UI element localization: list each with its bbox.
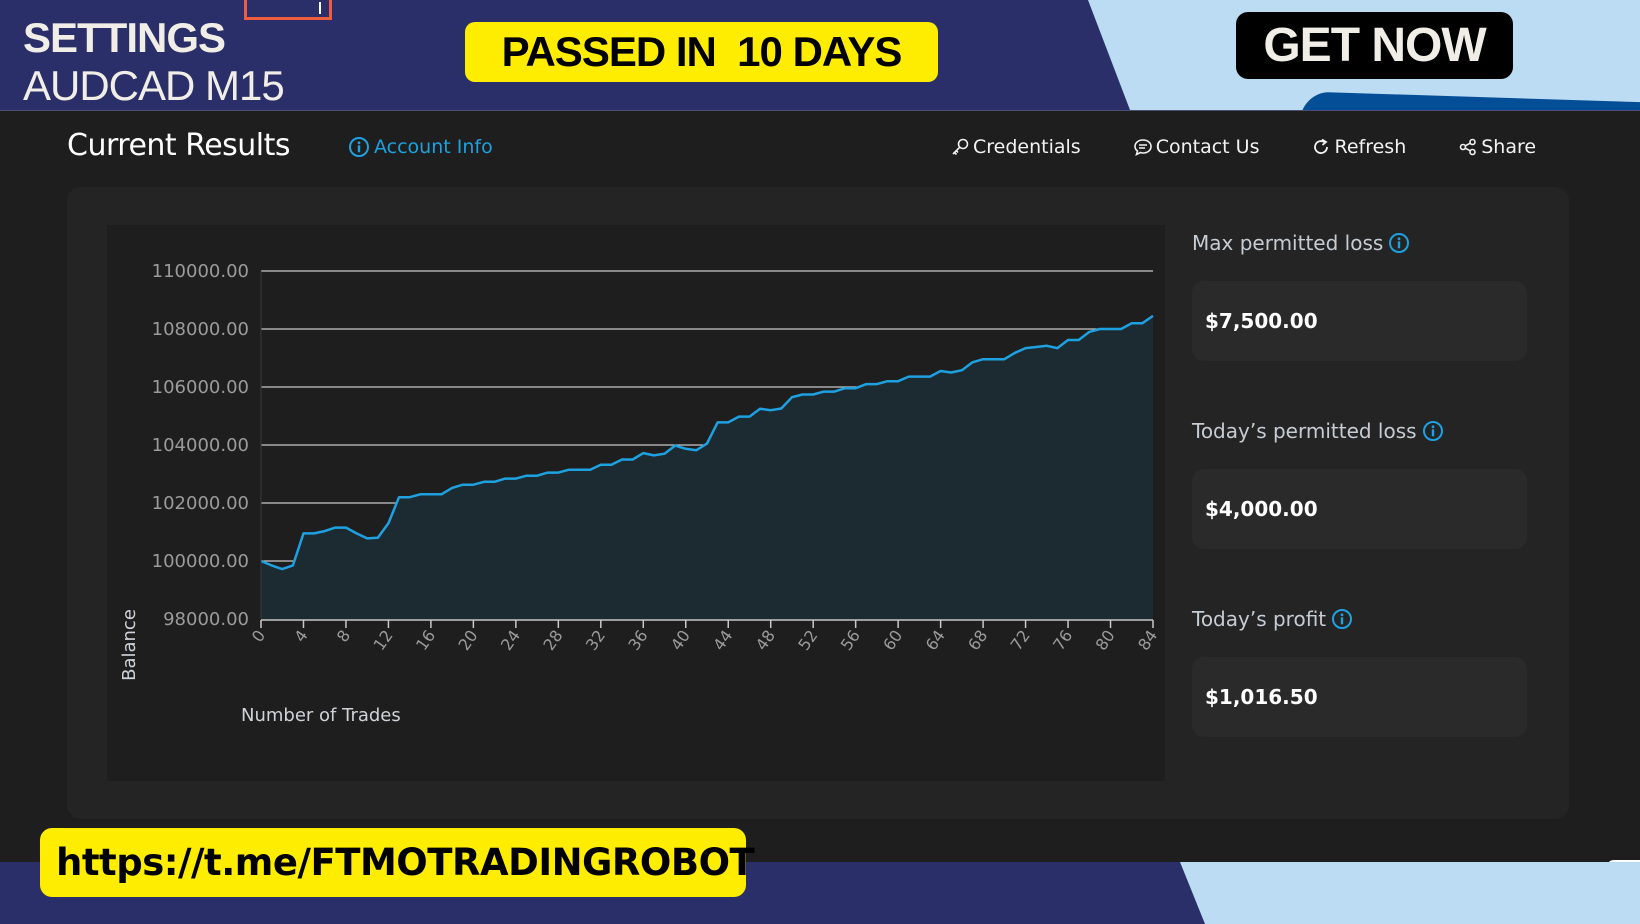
- banner-light-shape: [1180, 862, 1640, 924]
- x-tick-label: 8: [333, 626, 354, 645]
- contact-us-button[interactable]: Contact Us: [1133, 136, 1260, 158]
- credentials-label: Credentials: [973, 136, 1081, 158]
- stat-max-permitted-loss: Max permitted loss $7,500.00: [1192, 225, 1527, 361]
- credentials-button[interactable]: Credentials: [950, 136, 1081, 158]
- x-tick-label: 28: [539, 626, 566, 654]
- x-tick-label: 84: [1134, 626, 1161, 654]
- text-input-box[interactable]: [244, 0, 332, 20]
- x-tick-label: 52: [794, 626, 821, 654]
- telegram-link[interactable]: https://t.me/FTMOTRADINGROBOT: [40, 828, 755, 897]
- chat-icon: [1133, 139, 1152, 157]
- stat-value: $7,500.00: [1192, 281, 1527, 361]
- refresh-button[interactable]: Refresh: [1311, 136, 1406, 158]
- x-tick-label: 4: [290, 626, 311, 645]
- info-icon[interactable]: [1388, 232, 1410, 254]
- x-tick-label: 16: [412, 626, 439, 654]
- y-tick-label: 106000.00: [152, 377, 249, 398]
- account-info-link[interactable]: Account Info: [348, 136, 493, 158]
- stat-todays-profit: Today’s profit $1,016.50: [1192, 601, 1527, 737]
- stat-value: $1,016.50: [1192, 657, 1527, 737]
- info-icon[interactable]: [1422, 420, 1444, 442]
- x-tick-label: 12: [369, 626, 396, 654]
- get-now-button[interactable]: GET NOW: [1236, 12, 1513, 79]
- x-tick-label: 48: [752, 626, 779, 654]
- x-tick-label: 24: [497, 626, 524, 654]
- y-tick-label: 104000.00: [152, 435, 249, 456]
- refresh-icon: [1314, 138, 1329, 154]
- results-panel: 98000.00 100000.00 102000.00 104000.00 10600…: [67, 187, 1569, 819]
- x-tick-label: 20: [454, 626, 481, 654]
- stats-column: Max permitted loss $7,500.00 Today’s per…: [1192, 225, 1527, 789]
- share-button[interactable]: Share: [1458, 136, 1536, 158]
- x-tick-label: 76: [1049, 626, 1076, 654]
- contact-us-label: Contact Us: [1155, 136, 1260, 158]
- toolbar-actions: Credentials Contact Us Refresh Share: [950, 136, 1536, 158]
- x-tick-label: 68: [964, 626, 991, 654]
- x-tick-label: 80: [1092, 626, 1119, 654]
- key-icon: [952, 138, 969, 156]
- stat-label: Today’s profit: [1192, 607, 1327, 631]
- banner-title: SETTINGS: [23, 14, 226, 61]
- y-tick-label: 98000.00: [163, 609, 249, 630]
- stat-todays-permitted-loss: Today’s permitted loss $4,000.00: [1192, 413, 1527, 549]
- x-tick-label: 60: [879, 626, 906, 654]
- x-tick-label: 64: [922, 626, 949, 654]
- info-icon[interactable]: [1331, 608, 1353, 630]
- y-tick-label: 102000.00: [152, 493, 249, 514]
- x-tick-label: 40: [667, 626, 694, 654]
- share-label: Share: [1481, 136, 1537, 158]
- account-info-label: Account Info: [374, 136, 493, 158]
- y-axis-label: Balance: [119, 609, 140, 681]
- x-tick-label: 36: [624, 626, 651, 654]
- refresh-label: Refresh: [1334, 136, 1407, 158]
- x-tick-label: 56: [837, 626, 864, 654]
- y-axis-ticks: 98000.00 100000.00 102000.00 104000.00 10600…: [152, 261, 249, 630]
- banner-subtitle: AUDCAD M15: [23, 62, 285, 109]
- y-tick-label: 110000.00: [152, 261, 249, 282]
- x-tick-label: 32: [582, 626, 609, 654]
- y-tick-label: 100000.00: [152, 551, 249, 572]
- x-tick-label: 72: [1007, 626, 1034, 654]
- stat-label: Max permitted loss: [1192, 231, 1384, 255]
- x-tick-label: 44: [709, 626, 736, 654]
- balance-chart: 98000.00 100000.00 102000.00 104000.00 10600…: [107, 225, 1165, 781]
- x-tick-label: 0: [248, 626, 269, 645]
- share-icon: [1459, 138, 1477, 156]
- results-app: Current Results Account Info Credentials…: [0, 110, 1640, 902]
- page-title: Current Results: [67, 128, 291, 163]
- stat-label: Today’s permitted loss: [1192, 419, 1417, 443]
- balance-chart-svg: 98000.00 100000.00 102000.00 104000.00 10600…: [119, 261, 1161, 726]
- stat-value: $4,000.00: [1192, 469, 1527, 549]
- x-axis-ticks: 0 4 8 12 16 20 24 28 32 36 40 44 48 52 56 60 64 68 72 76 80 8…: [248, 620, 1161, 654]
- balance-area: [261, 315, 1153, 619]
- info-icon: [349, 137, 369, 157]
- text-cursor: [319, 2, 321, 14]
- x-axis-label: Number of Trades: [241, 705, 401, 726]
- passed-badge: PASSED IN 10 DAYS: [465, 22, 938, 82]
- y-tick-label: 108000.00: [152, 319, 249, 340]
